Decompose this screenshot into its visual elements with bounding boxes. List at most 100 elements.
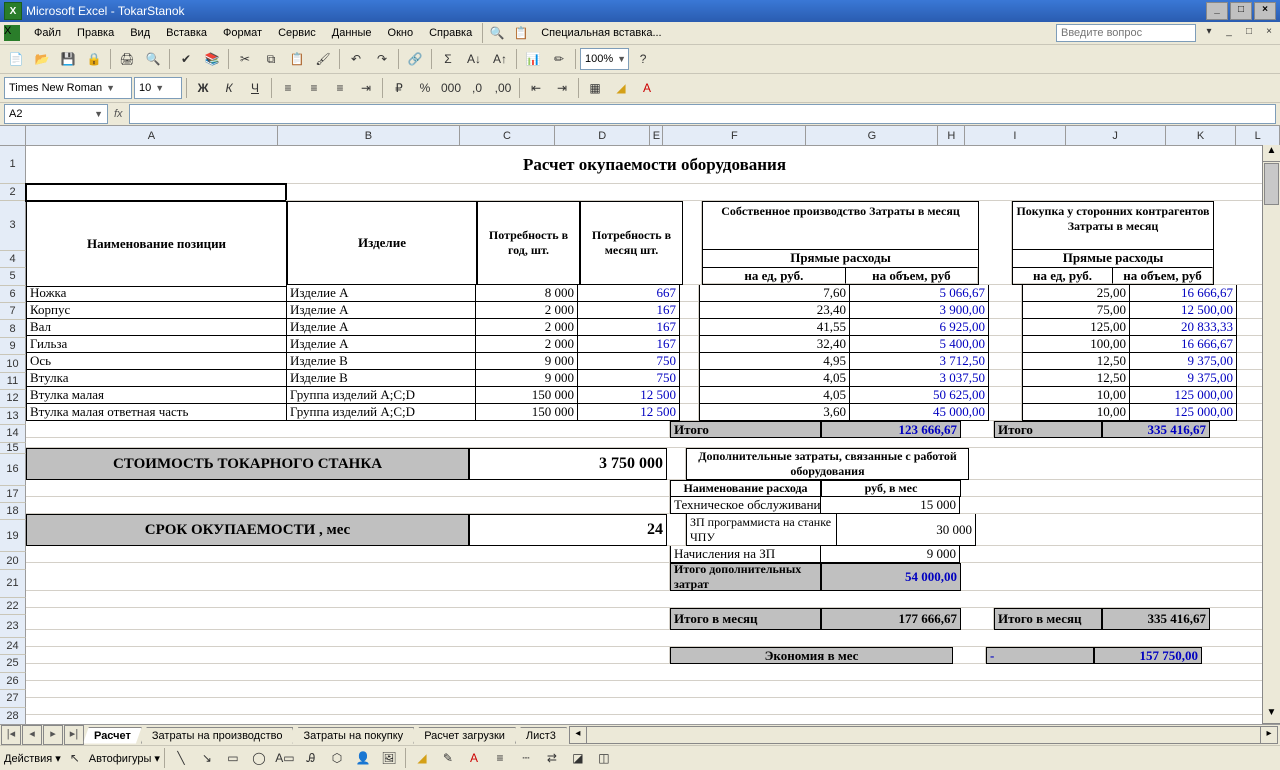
bold-icon[interactable]: Ж [191,76,215,100]
paste-icon[interactable]: 📋 [285,47,309,71]
cell[interactable] [680,319,699,336]
formula-input[interactable] [129,104,1276,124]
cell[interactable] [976,514,1280,546]
undo-icon[interactable]: ↶ [344,47,368,71]
doc-restore[interactable]: □ [1242,26,1256,40]
cell[interactable]: ЗП программиста на станке ЧПУ [686,514,837,546]
tab-next[interactable]: ▸ [43,725,63,745]
cell[interactable]: 125,00 [1022,319,1130,336]
select-all-corner[interactable] [0,126,26,146]
wordart-icon[interactable]: Ꭿ [299,746,323,770]
ask-question-input[interactable] [1056,24,1196,42]
cell[interactable]: Итого в месяц [670,608,821,630]
cell[interactable]: 157 750,00 [1094,647,1202,664]
cell[interactable]: Потребность в месяц шт. [580,201,683,285]
row-header-24[interactable]: 24 [0,638,26,655]
cell[interactable]: Техническое обслуживание [670,497,821,514]
cell[interactable]: 4,95 [699,353,850,370]
cell[interactable] [961,608,994,630]
comma-icon[interactable]: 000 [439,76,463,100]
row-header-6[interactable]: 6 [0,286,26,303]
cell[interactable]: 125 000,00 [1130,387,1237,404]
cell[interactable] [26,681,1280,698]
align-left-icon[interactable]: ≡ [276,76,300,100]
cell[interactable]: Расчет окупаемости оборудования [26,146,1280,184]
row-header-9[interactable]: 9 [0,338,26,355]
maximize-button[interactable]: □ [1230,2,1252,20]
cell[interactable] [961,421,994,438]
cell[interactable]: 6 925,00 [850,319,989,336]
cell[interactable]: руб, в мес [821,480,961,497]
arrow-icon[interactable]: ↘ [195,746,219,770]
cell[interactable] [667,448,686,480]
fx-icon[interactable]: fx [114,108,123,120]
cell[interactable] [989,336,1022,353]
dash-style-icon[interactable]: ┄ [514,746,538,770]
sheet-tab-4[interactable]: Лист3 [515,727,567,744]
row-header-26[interactable]: 26 [0,673,26,690]
cell[interactable]: 16 666,67 [1130,336,1237,353]
cell[interactable]: 8 000 [476,285,578,302]
textbox-icon[interactable]: A▭ [273,746,297,770]
cell[interactable]: 667 [578,285,680,302]
col-header-C[interactable]: C [460,126,555,145]
cell[interactable]: 32,40 [699,336,850,353]
cell[interactable]: Изделие А [287,285,476,302]
cell[interactable] [26,591,1280,608]
sheet-tab-3[interactable]: Расчет загрузки [413,727,516,744]
tab-prev[interactable]: ◂ [22,725,42,745]
cell[interactable]: Вал [26,319,287,336]
col-header-K[interactable]: K [1166,126,1237,145]
cell[interactable]: 150 000 [476,404,578,421]
cell[interactable]: Экономия в мес [670,647,953,664]
col-header-I[interactable]: I [965,126,1065,145]
row-header-10[interactable]: 10 [0,355,26,372]
cell[interactable]: 12 500 [578,404,680,421]
cell[interactable]: 23,40 [699,302,850,319]
cell[interactable]: СТОИМОСТЬ ТОКАРНОГО СТАНКА [26,448,469,480]
row-header-21[interactable]: 21 [0,570,26,598]
font-color-draw-icon[interactable]: A [462,746,486,770]
horizontal-scrollbar[interactable]: ◂▸ [569,726,1278,744]
row-header-1[interactable]: 1 [0,146,26,184]
col-header-E[interactable]: E [650,126,663,145]
align-right-icon[interactable]: ≡ [328,76,352,100]
print-icon[interactable]: 🖨 [115,47,139,71]
row-header-27[interactable]: 27 [0,690,26,707]
cell[interactable]: 4,05 [699,387,850,404]
underline-icon[interactable]: Ч [243,76,267,100]
3d-icon[interactable]: ◫ [592,746,616,770]
line-icon[interactable]: ╲ [169,746,193,770]
cut-icon[interactable]: ✂ [233,47,257,71]
cell[interactable]: 75,00 [1022,302,1130,319]
drawing-icon[interactable]: ✏ [547,47,571,71]
cell[interactable] [667,514,686,546]
close-button[interactable]: × [1254,2,1276,20]
col-header-H[interactable]: H [938,126,965,145]
cell[interactable]: 3 712,50 [850,353,989,370]
cell[interactable]: 2 000 [476,319,578,336]
cell[interactable]: 177 666,67 [821,608,961,630]
cell[interactable]: Группа изделий A;C;D [287,404,476,421]
cell[interactable]: 9 375,00 [1130,353,1237,370]
save-icon[interactable]: 💾 [56,47,80,71]
row-header-2[interactable]: 2 [0,184,26,201]
cell[interactable]: 3 900,00 [850,302,989,319]
cell[interactable]: 15 000 [821,497,960,514]
menu-edit[interactable]: Правка [69,25,122,41]
cell[interactable] [680,336,699,353]
row-header-25[interactable]: 25 [0,655,26,672]
sheet-tab-0[interactable]: Расчет [83,727,142,744]
cell[interactable] [26,563,670,591]
cell[interactable] [26,698,1280,715]
research-icon[interactable]: 📚 [200,47,224,71]
row-header-5[interactable]: 5 [0,268,26,285]
row-header-22[interactable]: 22 [0,598,26,615]
menu-insert[interactable]: Вставка [158,25,215,41]
cell[interactable] [989,387,1022,404]
cell[interactable]: 25,00 [1022,285,1130,302]
col-header-J[interactable]: J [1066,126,1166,145]
cell[interactable] [960,497,1280,514]
cell[interactable]: 10,00 [1022,387,1130,404]
inc-indent-icon[interactable]: ⇥ [550,76,574,100]
